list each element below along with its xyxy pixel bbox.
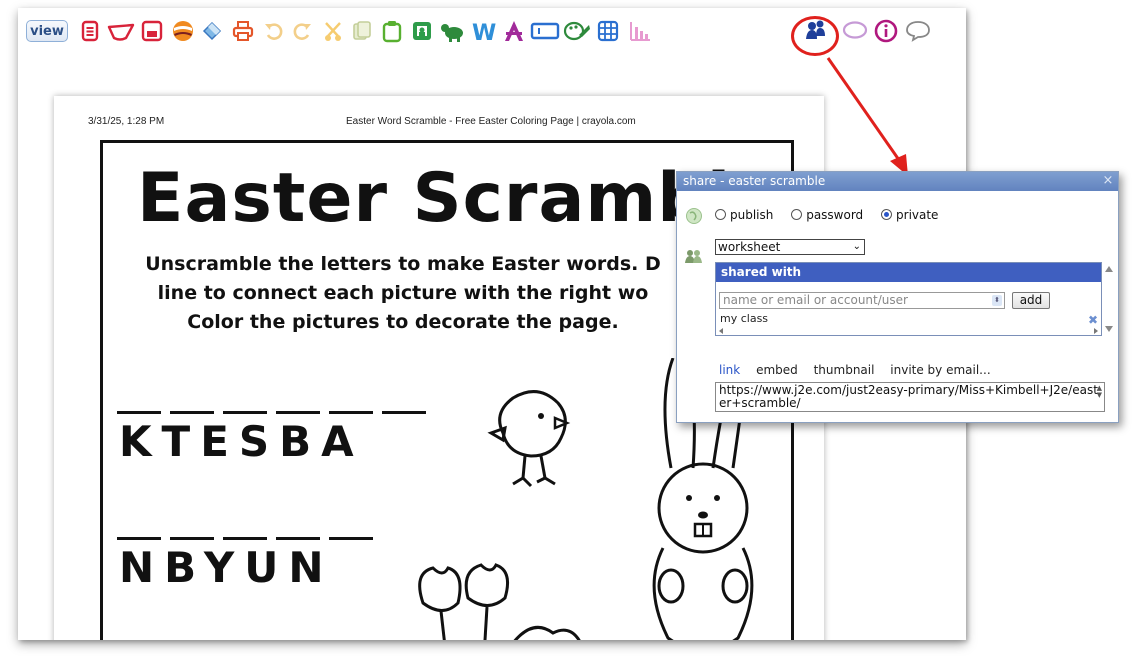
answer-line xyxy=(117,411,161,414)
share-dialog: share - easter scramble × publish passwo… xyxy=(676,171,1119,423)
radio-private[interactable]: private xyxy=(881,208,938,222)
answer-line xyxy=(170,537,214,540)
print-icon[interactable] xyxy=(231,19,255,43)
instruction-line-2: line to connect each picture with the ri… xyxy=(157,282,649,304)
tab-thumbnail[interactable]: thumbnail xyxy=(814,363,875,377)
name-input[interactable]: name or email or account/user ⬍ xyxy=(719,292,1005,309)
tab-embed[interactable]: embed xyxy=(756,363,798,377)
paint-palette-icon[interactable] xyxy=(563,19,591,43)
answer-line xyxy=(276,537,320,540)
print-page-title: Easter Word Scramble - Free Easter Color… xyxy=(346,116,636,127)
share-tabs: link embed thumbnail invite by email... xyxy=(719,363,1003,377)
view-button[interactable]: view xyxy=(26,20,68,42)
tab-invite[interactable]: invite by email... xyxy=(890,363,990,377)
chart-icon[interactable] xyxy=(628,19,652,43)
answer-line xyxy=(223,537,267,540)
picture-icon[interactable] xyxy=(410,19,434,43)
chevron-down-icon: ⌄ xyxy=(852,241,861,252)
mix-icon[interactable] xyxy=(171,19,195,43)
instruction-line-3: Color the pictures to decorate the page. xyxy=(187,311,619,333)
answer-line xyxy=(276,411,320,414)
jit-icon[interactable] xyxy=(502,19,526,43)
select-value: worksheet xyxy=(718,240,781,254)
redo-icon[interactable] xyxy=(290,19,314,43)
globe-icon xyxy=(686,208,702,224)
instruction-line-1: Unscramble the letters to make Easter wo… xyxy=(145,253,661,275)
svg-text:W: W xyxy=(472,21,496,43)
option-label: private xyxy=(896,208,939,222)
cut-icon[interactable] xyxy=(321,19,345,43)
dialog-title: share - easter scramble xyxy=(677,172,1118,191)
close-button[interactable]: × xyxy=(1101,174,1115,188)
copy-icon[interactable] xyxy=(350,19,374,43)
vertical-scrollbar[interactable] xyxy=(1103,262,1115,336)
share-type-select[interactable]: worksheet ⌄ xyxy=(715,239,865,255)
scrambled-word-2: NBYUN xyxy=(119,543,334,592)
clipart-icon[interactable] xyxy=(438,19,466,43)
comment-icon[interactable] xyxy=(904,19,932,43)
print-date: 3/31/25, 1:28 PM xyxy=(88,116,165,127)
answer-line xyxy=(329,537,373,540)
answer-line xyxy=(117,537,161,540)
horizontal-scrollbar[interactable] xyxy=(716,327,1101,335)
speech-bubble-icon[interactable] xyxy=(841,19,869,43)
visibility-options: publish password private xyxy=(715,208,938,222)
file-menu-icon[interactable] xyxy=(78,19,102,43)
word-icon[interactable]: W xyxy=(470,19,498,43)
share-url-field[interactable]: https://www.j2e.com/just2easy-primary/Mi… xyxy=(715,382,1105,412)
paste-icon[interactable] xyxy=(380,19,404,43)
open-folder-icon[interactable] xyxy=(106,19,136,43)
option-label: password xyxy=(806,208,864,222)
spinner-icon[interactable]: ⬍ xyxy=(992,295,1002,306)
highlight-circle xyxy=(791,16,839,56)
share-url: https://www.j2e.com/just2easy-primary/Mi… xyxy=(719,383,1098,410)
option-label: publish xyxy=(730,208,774,222)
people-icon xyxy=(685,250,702,263)
answer-line xyxy=(329,411,373,414)
flowers-illustration xyxy=(418,563,581,640)
shared-entry: my class xyxy=(720,312,769,325)
shared-with-heading: shared with xyxy=(716,263,1101,282)
radio-publish[interactable]: publish xyxy=(715,208,773,222)
chick-illustration xyxy=(487,390,571,488)
scrambled-word-1: KTESBA xyxy=(119,417,364,466)
save-icon[interactable] xyxy=(140,19,164,43)
answer-line xyxy=(170,411,214,414)
tab-link[interactable]: link xyxy=(719,363,740,377)
add-button[interactable]: add xyxy=(1012,292,1050,309)
answer-line xyxy=(223,411,267,414)
undo-icon[interactable] xyxy=(262,19,286,43)
remove-icon[interactable]: ✖ xyxy=(1088,313,1098,327)
answer-line xyxy=(382,411,426,414)
info-icon[interactable] xyxy=(874,19,898,43)
radio-password[interactable]: password xyxy=(791,208,863,222)
table-icon[interactable] xyxy=(596,19,620,43)
name-placeholder: name or email or account/user xyxy=(723,293,908,307)
textarea-scroll-icon[interactable]: ▲ ▼ xyxy=(1097,385,1102,399)
paint-icon[interactable] xyxy=(200,19,224,43)
textbox-icon[interactable] xyxy=(530,19,560,43)
shared-with-panel: shared with name or email or account/use… xyxy=(715,262,1102,336)
